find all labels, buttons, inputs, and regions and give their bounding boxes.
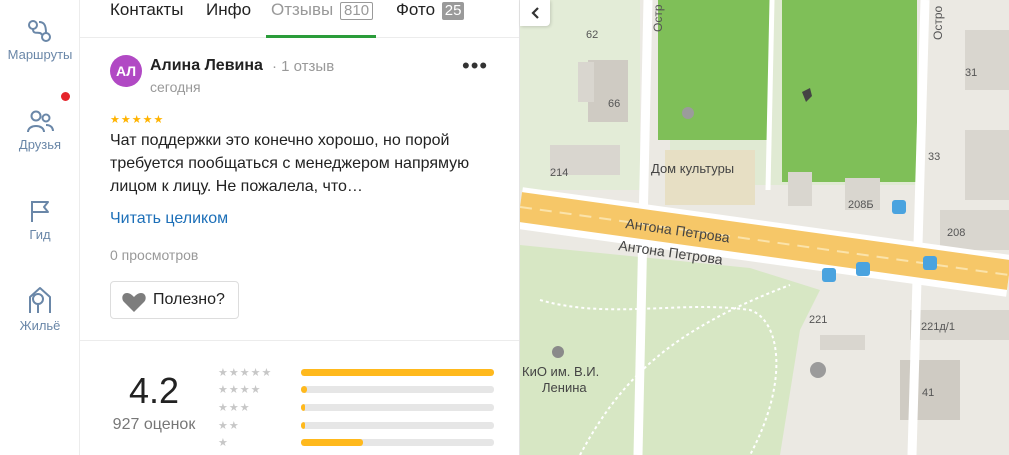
distribution-stars: ★★★	[218, 402, 251, 414]
review-star-rating: ★★★★★	[110, 114, 165, 126]
notification-dot	[61, 92, 70, 101]
heart-icon	[122, 293, 146, 312]
distribution-stars: ★★★★	[218, 384, 262, 396]
sports-field	[782, 0, 917, 182]
building-number: 66	[608, 98, 620, 110]
street-label: Остр	[651, 4, 665, 32]
church-poi-icon	[810, 362, 826, 378]
read-more-link[interactable]: Читать целиком	[110, 210, 228, 228]
street-label: Остро	[931, 5, 945, 40]
building	[788, 172, 812, 206]
distribution-bar	[301, 386, 494, 393]
distribution-bar	[301, 422, 494, 429]
tab-bar: Контакты Инфо Отзывы 810 Фото 25	[80, 0, 519, 38]
sports-field	[658, 0, 770, 140]
review-views-count: 0 просмотров	[110, 247, 199, 263]
building-number: 208Б	[848, 199, 874, 211]
building-number: 31	[965, 67, 977, 79]
average-rating: 4.2	[128, 370, 180, 411]
sidebar-item-label: Друзья	[18, 137, 62, 152]
tab-label: Фото	[396, 0, 436, 19]
sidebar-item-guide[interactable]: Гид	[0, 198, 80, 242]
distribution-bar	[301, 369, 494, 376]
routes-icon	[28, 20, 51, 42]
rating-count: 927 оценок	[112, 416, 196, 433]
reviews-panel: Контакты Инфо Отзывы 810 Фото 25 АЛ Алин…	[80, 0, 520, 455]
distribution-bar	[301, 404, 494, 411]
left-sidebar: Маршруты Друзья Гид Жильё	[0, 0, 80, 455]
building-number: 214	[550, 167, 568, 179]
tab-label: Отзывы	[271, 0, 334, 19]
poi-label: Дом культуры	[651, 161, 734, 176]
review-text: Чат поддержки это конечно хорошо, но пор…	[110, 132, 470, 195]
sidebar-item-housing[interactable]: Жильё	[0, 285, 80, 333]
review-date: сегодня	[150, 79, 201, 95]
building-number: 41	[922, 387, 934, 399]
tab-photos[interactable]: Фото 25	[396, 0, 465, 38]
tab-info[interactable]: Инфо	[206, 0, 251, 38]
friends-icon	[27, 110, 54, 133]
map-canvas[interactable]: Антона Петрова Антона Петрова Остр Остро…	[520, 0, 1009, 455]
collapse-panel-button[interactable]	[520, 0, 550, 26]
distribution-bar-fill	[301, 369, 494, 376]
distribution-stars: ★	[218, 437, 229, 449]
culture-poi-icon	[682, 107, 694, 119]
building	[665, 150, 755, 205]
distribution-bar	[301, 439, 494, 446]
building	[965, 30, 1009, 90]
tab-label: Инфо	[206, 0, 252, 19]
distribution-stars: ★★★★★	[218, 367, 273, 379]
more-options-icon[interactable]: •••	[462, 55, 488, 77]
sidebar-item-label: Жильё	[19, 318, 61, 333]
tab-count-badge: 25	[441, 2, 465, 20]
building	[820, 335, 865, 350]
building-number: 33	[928, 151, 940, 163]
distribution-stars: ★★	[218, 420, 240, 432]
tab-contacts[interactable]: Контакты	[110, 0, 183, 38]
park-poi-icon	[552, 346, 564, 358]
poi-label: Ленина	[542, 380, 587, 395]
sidebar-item-label: Гид	[29, 227, 51, 242]
flag-icon	[31, 201, 49, 222]
building-number: 221	[809, 314, 827, 326]
section-divider	[80, 340, 519, 341]
distribution-bar-fill	[301, 386, 307, 393]
building-number: 208	[947, 227, 965, 239]
distribution-bar-fill	[301, 404, 305, 411]
building-number: 221д/1	[921, 321, 955, 333]
tab-count-badge: 810	[340, 2, 374, 20]
building	[965, 130, 1009, 200]
active-tab-indicator	[266, 35, 376, 38]
avatar[interactable]: АЛ	[110, 55, 142, 87]
sidebar-item-label: Маршруты	[7, 47, 73, 62]
building-number: 62	[586, 29, 598, 41]
chevron-left-icon	[531, 7, 539, 19]
map-view[interactable]: Антона Петрова Антона Петрова Остр Остро…	[520, 0, 1009, 455]
review-author-name[interactable]: Алина Левина	[150, 57, 263, 75]
useful-button-label: Полезно?	[153, 291, 225, 308]
tab-label: Контакты	[110, 0, 184, 19]
useful-button[interactable]: Полезно?	[110, 281, 239, 319]
distribution-bar-fill	[301, 422, 305, 429]
house-icon	[29, 287, 51, 313]
poi-label: КиО им. В.И.	[522, 364, 599, 379]
distribution-bar-fill	[301, 439, 363, 446]
sidebar-item-friends[interactable]: Друзья	[0, 108, 80, 152]
sidebar-item-routes[interactable]: Маршруты	[0, 18, 80, 62]
tab-reviews[interactable]: Отзывы 810	[271, 0, 374, 38]
building	[578, 62, 594, 102]
author-review-count: · 1 отзыв	[272, 58, 335, 75]
